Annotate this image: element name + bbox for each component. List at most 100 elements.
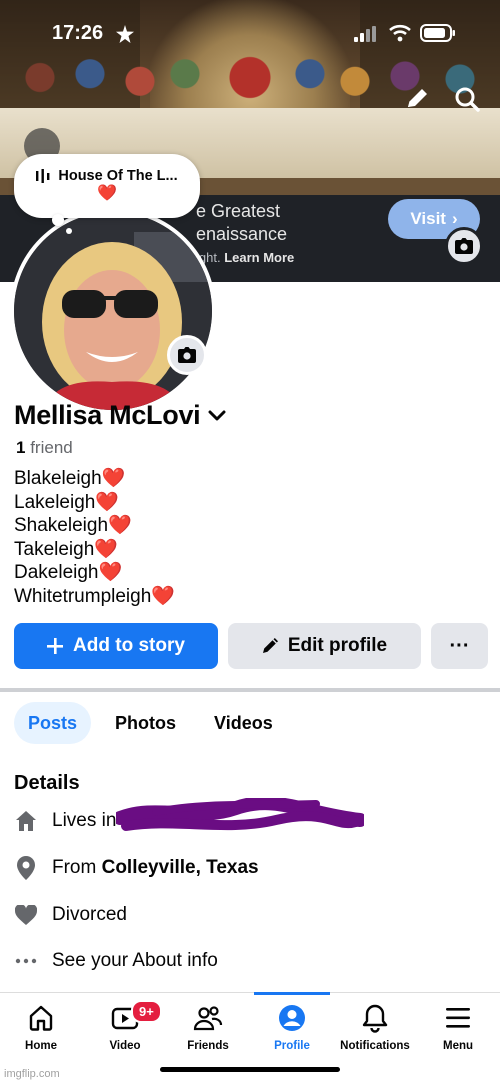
redaction-scribble (116, 798, 364, 831)
avatar-camera-button[interactable] (167, 335, 207, 375)
wifi-icon (389, 24, 411, 42)
tab-videos[interactable]: Videos (200, 702, 287, 744)
active-tab-indicator (254, 992, 330, 995)
from-prefix: From (52, 857, 97, 878)
add-to-story-button[interactable]: Add to story (14, 623, 218, 669)
friend-count[interactable]: 1 friend (16, 438, 73, 458)
nav-home-label: Home (25, 1040, 57, 1052)
menu-icon (446, 1008, 470, 1028)
bio-text: Takeleigh (14, 538, 95, 560)
bell-icon (362, 1004, 388, 1033)
bio-text: Lakeleigh (14, 491, 96, 513)
nav-friends-label: Friends (187, 1040, 229, 1052)
location-pin-icon (14, 856, 38, 880)
bio-text: Shakeleigh (14, 515, 109, 536)
note-heart-emoji: ❤️ (97, 185, 117, 202)
detail-relationship: Divorced (14, 903, 127, 927)
details-heading: Details (14, 772, 80, 794)
chevron-right-icon: › (451, 209, 458, 228)
heart-emoji: ❤️ (95, 491, 120, 513)
profile-avatar[interactable] (10, 208, 216, 414)
nav-profile-label: Profile (274, 1040, 310, 1052)
camera-icon (178, 347, 196, 363)
home-icon (29, 1005, 53, 1031)
heart-icon (14, 903, 38, 927)
profile-note-bubble[interactable]: House Of The L... ❤️ (14, 154, 200, 218)
note-title-row: House Of The L... (14, 168, 200, 184)
home-indicator (160, 1067, 340, 1072)
heart-emoji: ❤️ (108, 515, 132, 536)
note-title: House Of The L... (58, 168, 178, 184)
profile-bio: Blakeleigh❤️ Lakeleigh❤️ Shakeleigh❤️ Ta… (14, 467, 175, 608)
signal-icon (354, 26, 376, 42)
cover-camera-button[interactable] (445, 227, 483, 265)
nav-video-label: Video (109, 1040, 141, 1052)
home-icon (14, 809, 38, 833)
detail-lives-in: Lives in (14, 809, 116, 833)
cover-ad-text: e Greatest enaissance ight. Learn More (196, 200, 294, 269)
section-divider (0, 688, 500, 692)
status-time: 17:26 (52, 22, 104, 44)
bio-text: Dakeleigh (14, 562, 99, 583)
tab-posts[interactable]: Posts (14, 702, 92, 744)
watermark: imgflip.com (4, 1068, 60, 1080)
nav-profile[interactable]: Profile (252, 1000, 332, 1052)
bio-line: Blakeleigh❤️ (14, 467, 175, 491)
profile-tabs: Posts Photos Videos (14, 702, 297, 744)
pencil-icon (262, 638, 278, 653)
lives-in-label: Lives in (52, 810, 117, 831)
friends-icon (193, 1006, 223, 1031)
nav-friends[interactable]: Friends (168, 1000, 248, 1052)
note-bubble-tail (52, 214, 64, 226)
heart-emoji: ❤️ (101, 468, 126, 489)
more-dots-icon: ··· (449, 634, 470, 657)
camera-icon (455, 238, 473, 254)
nav-notifications[interactable]: Notifications (335, 1000, 415, 1052)
nav-home[interactable]: Home (1, 1000, 81, 1052)
music-bars-icon (36, 169, 50, 183)
bio-line: Takeleigh❤️ (14, 538, 175, 562)
nav-video[interactable]: 9+ Video (85, 1000, 165, 1052)
note-bubble-tail-small (66, 228, 72, 234)
edit-pencil-icon[interactable] (403, 85, 431, 113)
avatar-photo (14, 212, 212, 410)
from-place[interactable]: Colleyville, Texas (102, 857, 259, 878)
bio-line: Dakeleigh❤️ (14, 561, 175, 585)
chevron-down-icon[interactable] (208, 410, 226, 422)
nav-notifications-label: Notifications (340, 1040, 410, 1052)
heart-emoji: ❤️ (151, 585, 175, 607)
bio-text: Whitetrumpleigh (14, 585, 152, 607)
ad-small-line: ight. Learn More (196, 246, 294, 269)
from-text: From Colleyville, Texas (52, 857, 259, 879)
bio-line: Lakeleigh❤️ (14, 491, 175, 515)
nav-menu[interactable]: Menu (418, 1000, 498, 1052)
relationship-text: Divorced (52, 904, 127, 925)
video-badge: 9+ (131, 1000, 162, 1023)
bio-line: Whitetrumpleigh❤️ (14, 585, 175, 609)
detail-about[interactable]: See your About info (14, 949, 218, 973)
search-icon[interactable] (453, 85, 481, 113)
friend-count-label: friend (30, 438, 73, 457)
add-to-story-label: Add to story (73, 635, 185, 656)
plus-icon (47, 638, 64, 654)
edit-profile-button[interactable]: Edit profile (228, 623, 421, 669)
location-arrow-icon (116, 25, 134, 43)
profile-actions: Add to story Edit profile ··· (14, 623, 488, 669)
profile-name-row[interactable]: Mellisa McLovi (14, 400, 226, 431)
status-bar: 17:26 (0, 0, 500, 66)
detail-from: From Colleyville, Texas (14, 856, 259, 880)
friend-count-number: 1 (16, 438, 26, 457)
about-info-link: See your About info (52, 950, 218, 971)
heart-emoji: ❤️ (98, 562, 123, 583)
heart-emoji: ❤️ (94, 538, 118, 560)
nav-menu-label: Menu (442, 1040, 474, 1052)
ad-line-2: enaissance (196, 224, 288, 244)
bio-text: Blakeleigh (14, 468, 102, 489)
profile-icon (279, 1005, 305, 1031)
learn-more-link[interactable]: Learn More (224, 250, 294, 265)
ad-line-1: e Greatest (196, 201, 281, 221)
more-options-button[interactable]: ··· (431, 623, 488, 669)
tab-photos[interactable]: Photos (101, 702, 190, 744)
profile-name: Mellisa McLovi (14, 400, 201, 430)
more-dots-icon (14, 949, 38, 973)
